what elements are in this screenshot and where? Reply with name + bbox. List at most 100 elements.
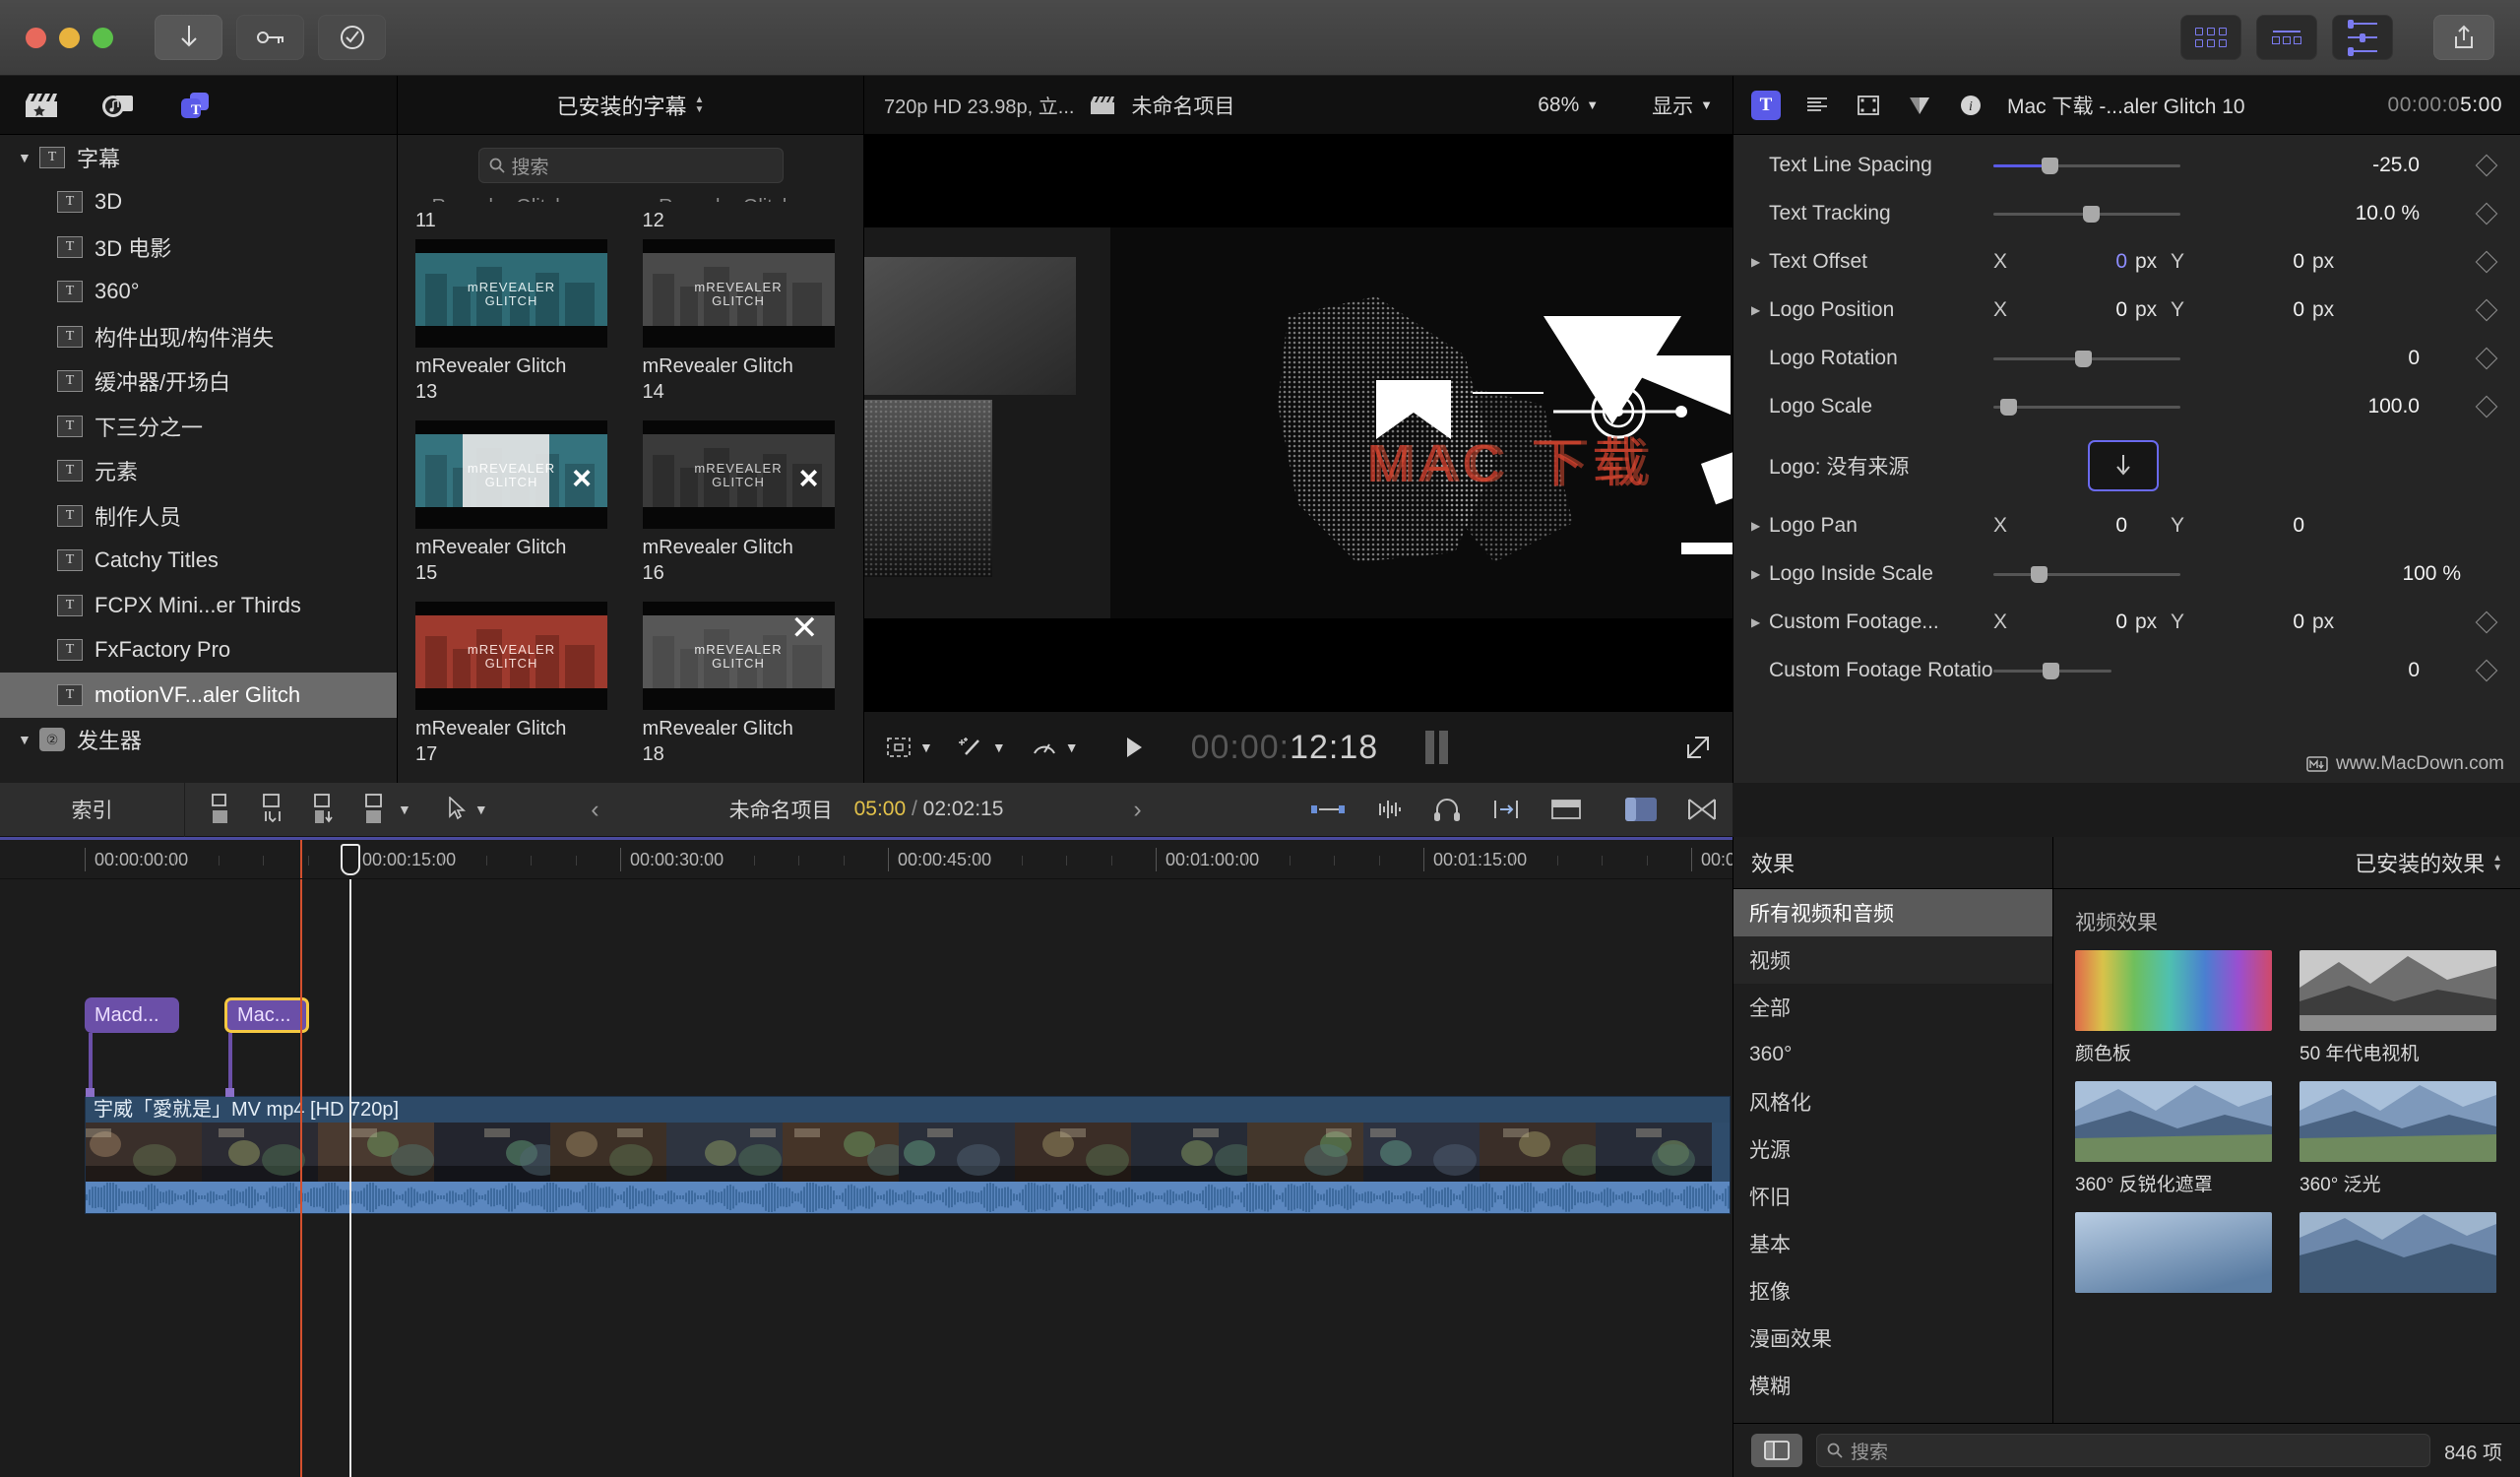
effects-category-list[interactable]: 所有视频和音频 视频 全部 360° 风格化 光源 怀旧 基本 抠像 漫画效果 模糊: [1733, 889, 2053, 1423]
disclosure-triangle-icon[interactable]: ▶: [1751, 567, 1769, 581]
audio-skimming-button[interactable]: [1311, 799, 1345, 820]
inspector-parameter-list[interactable]: Text Line Spacing -25.0 Text Tracking 10.0 …: [1733, 135, 2520, 694]
tab-color-inspector[interactable]: [1905, 91, 1934, 120]
disclosure-triangle-icon[interactable]: ▶: [1751, 303, 1769, 317]
effects-item[interactable]: 颜色板: [2075, 950, 2274, 1065]
inspector-row-1[interactable]: Text Tracking 10.0 %: [1733, 189, 2520, 237]
viewer-zoom-menu[interactable]: 68% ▼: [1538, 94, 1599, 117]
inspector-slider[interactable]: [1993, 157, 2180, 174]
inspector-row-7[interactable]: ▶ Logo Pan X 0 Y 0: [1733, 501, 2520, 549]
effects-item-thumbnail[interactable]: [2075, 1081, 2272, 1162]
retime-menu-button[interactable]: ▼: [1032, 736, 1079, 759]
inspector-row-3[interactable]: ▶ Logo Position X 0 px Y 0 px: [1733, 286, 2520, 334]
browser-item[interactable]: mREVEALER GLITCH × mRevealer Glitch 16: [642, 420, 847, 602]
timeline-timecode-group[interactable]: 05:00 / 02:02:15: [854, 798, 1004, 821]
waveform-button[interactable]: [1374, 798, 1404, 821]
media-browser-tab[interactable]: [22, 89, 61, 122]
browser-item[interactable]: mREVEALER GLITCH mRevealer Glitch 17: [415, 602, 619, 783]
sidebar-item-8[interactable]: T 制作人员: [0, 493, 397, 539]
transform-menu-button[interactable]: ▼: [886, 736, 933, 759]
sidebar-item-3[interactable]: T 360°: [0, 270, 397, 315]
play-button[interactable]: [1124, 736, 1144, 759]
logo-dropzone[interactable]: [2088, 440, 2159, 491]
disclosure-triangle-icon[interactable]: ▶: [1751, 615, 1769, 629]
minimize-button[interactable]: [59, 27, 80, 48]
browser-item-partial-0[interactable]: mRevealer Glitch11: [415, 196, 619, 239]
inspector-row-10[interactable]: Custom Footage Rotation 0: [1733, 646, 2520, 694]
inspector-value-y[interactable]: 0: [2210, 298, 2304, 322]
sidebar-item-list[interactable]: ▼ T 字幕 T 3D T 3D 电影 T 360° T 构件出现/构件消失 T 缓冲器/开场白 T 下三分…: [0, 135, 397, 780]
close-button[interactable]: [26, 27, 46, 48]
sidebar-item-12[interactable]: TmotionVF...aler Glitch: [0, 673, 397, 718]
import-media-button[interactable]: [155, 15, 222, 60]
browser-search-input[interactable]: 搜索: [477, 148, 784, 183]
inspector-value-x[interactable]: 0: [2033, 514, 2127, 538]
select-tool-button[interactable]: ▼: [447, 797, 488, 822]
previous-project-button[interactable]: ‹: [591, 796, 598, 824]
timeline-title-clip[interactable]: Mac...: [224, 997, 309, 1033]
inspector-row-5[interactable]: Logo Scale 100.0: [1733, 382, 2520, 430]
timeline-skimmer[interactable]: [300, 879, 302, 1477]
sidebar-item-5[interactable]: T 缓冲器/开场白: [0, 359, 397, 405]
inspector-value-x[interactable]: 0: [2033, 610, 2127, 634]
slider-knob[interactable]: [2030, 565, 2048, 583]
browser-item-thumbnail[interactable]: mREVEALER GLITCH: [642, 239, 835, 348]
inspector-value-y[interactable]: 0: [2210, 250, 2304, 274]
browser-item-thumbnail[interactable]: mREVEALER GLITCH: [415, 239, 607, 348]
inspector-slider[interactable]: [1993, 398, 2180, 416]
effects-item[interactable]: 360° 反锐化遮罩: [2075, 1081, 2274, 1196]
keyframe-button[interactable]: [2475, 298, 2498, 321]
effects-category-10[interactable]: 模糊: [1733, 1362, 2052, 1409]
inspector-row-value[interactable]: 0: [2180, 347, 2479, 370]
viewer-canvas[interactable]: MAC 下载 MAC 下载: [864, 135, 1732, 711]
browser-item[interactable]: mREVEALER GLITCH ✕ mRevealer Glitch 18: [642, 602, 847, 783]
sidebar-item-10[interactable]: T FCPX Mini...er Thirds: [0, 583, 397, 628]
effects-category-9[interactable]: 漫画效果: [1733, 1315, 2052, 1362]
effects-category-0[interactable]: 所有视频和音频: [1733, 889, 2052, 936]
sidebar-item-1[interactable]: T 3D: [0, 180, 397, 225]
browser-item[interactable]: mREVEALER GLITCH × mRevealer Glitch 15: [415, 420, 619, 602]
share-button[interactable]: [2433, 15, 2494, 60]
inspector-row-0[interactable]: Text Line Spacing -25.0: [1733, 141, 2520, 189]
inspector-row-6[interactable]: Logo: 没有来源: [1733, 430, 2520, 501]
slider-knob[interactable]: [2082, 205, 2100, 223]
inspector-slider[interactable]: [1993, 565, 2180, 583]
effects-category-1[interactable]: 视频: [1733, 936, 2052, 984]
append-clip-button[interactable]: [311, 793, 341, 826]
effects-item-grid[interactable]: 视频效果 颜色板 50 年代电视机 360° 反锐化遮罩 360° 泛光: [2053, 889, 2520, 1423]
tab-video-inspector[interactable]: [1854, 91, 1883, 120]
browser-item[interactable]: mREVEALER GLITCH mRevealer Glitch 14: [642, 239, 847, 420]
inspector-value-x[interactable]: 0: [2033, 298, 2127, 322]
inspector-row-value[interactable]: 0: [2111, 659, 2479, 682]
effects-sidebar-toggle-button[interactable]: [1751, 1434, 1802, 1467]
timeline-playhead[interactable]: [349, 879, 351, 1477]
effects-category-7[interactable]: 基本: [1733, 1220, 2052, 1267]
inspector-row-9[interactable]: ▶ Custom Footage... X 0 px Y 0 px: [1733, 598, 2520, 646]
timeline-storyline-clip[interactable]: 宇威「愛就是」MV mp4 [HD 720p]: [85, 1096, 1731, 1214]
browser-item-partial-1[interactable]: mRevealer Glitch12: [643, 196, 847, 239]
inspector-toggle-button[interactable]: [2332, 15, 2393, 60]
connect-clip-button[interactable]: [209, 793, 238, 826]
effects-source-menu[interactable]: 已安装的效果 ▲ ▼: [2053, 837, 2520, 888]
zoom-button[interactable]: [93, 27, 113, 48]
playhead-handle[interactable]: [341, 844, 360, 875]
sidebar-item-13[interactable]: ▼ ② 发生器: [0, 718, 397, 763]
slider-knob[interactable]: [2000, 398, 2018, 416]
browser-thumbnail-grid[interactable]: mRevealer Glitch11mRevealer Glitch12mREV…: [398, 196, 863, 783]
inspector-slider[interactable]: [1993, 662, 2111, 679]
snapping-button[interactable]: [1490, 798, 1522, 821]
browser-item-thumbnail[interactable]: mREVEALER GLITCH: [415, 602, 607, 710]
inspector-value-y[interactable]: 0: [2210, 610, 2304, 634]
keyframe-button[interactable]: [2475, 610, 2498, 633]
keyframe-button[interactable]: [2475, 202, 2498, 225]
disclosure-triangle-icon[interactable]: ▼: [18, 732, 39, 747]
sidebar-item-4[interactable]: T 构件出现/构件消失: [0, 314, 397, 359]
keyframe-button[interactable]: [2475, 395, 2498, 417]
audio-meters[interactable]: [1425, 731, 1449, 764]
solo-button[interactable]: [1433, 797, 1461, 822]
effects-item-thumbnail[interactable]: [2300, 1212, 2496, 1293]
keyframe-button[interactable]: [2475, 250, 2498, 273]
enhance-menu-button[interactable]: ▼: [958, 736, 1006, 759]
inspector-slider[interactable]: [1993, 350, 2180, 367]
effects-item[interactable]: 360° 泛光: [2300, 1081, 2498, 1196]
